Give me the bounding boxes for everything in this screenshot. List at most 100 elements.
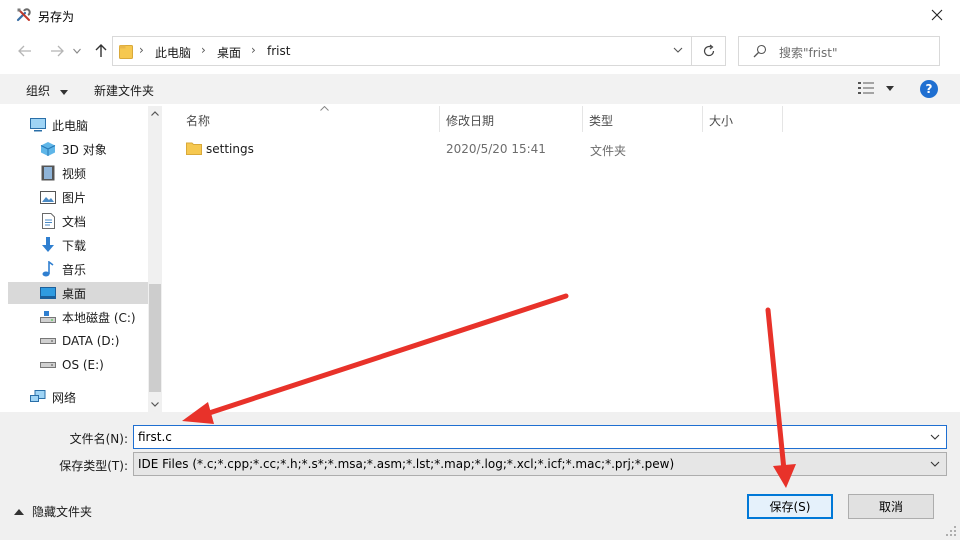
nav-scrollbar[interactable] [148, 106, 162, 412]
column-header-type[interactable]: 类型 [583, 106, 703, 132]
title-bar: 另存为 [0, 0, 960, 30]
column-header-size[interactable]: 大小 [703, 106, 783, 132]
network-icon [30, 389, 46, 405]
nav-label: 下载 [62, 238, 87, 253]
video-icon [40, 165, 56, 181]
address-dropdown-button[interactable] [673, 43, 683, 56]
new-folder-button[interactable]: 新建文件夹 [94, 82, 154, 99]
cancel-button[interactable]: 取消 [848, 494, 934, 519]
organize-button[interactable]: 组织 [26, 82, 68, 99]
music-icon [40, 261, 56, 277]
nav-label: 桌面 [62, 286, 87, 301]
nav-label: DATA (D:) [62, 334, 120, 348]
nav-item-this-pc[interactable]: 此电脑 [8, 114, 148, 136]
up-button[interactable] [90, 40, 112, 62]
scroll-down-button[interactable] [148, 399, 162, 410]
breadcrumb-separator: › [201, 43, 206, 57]
close-button[interactable] [914, 0, 960, 30]
help-button[interactable]: ? [920, 80, 938, 98]
nav-label: 本地磁盘 (C:) [62, 310, 136, 325]
table-row[interactable]: settings 2020/5/20 15:41 文件夹 [178, 138, 818, 160]
arrow-left-icon [18, 45, 31, 57]
drive-icon [40, 333, 56, 349]
column-header-label: 名称 [186, 114, 211, 128]
nav-item-music[interactable]: 音乐 [8, 258, 148, 280]
save-as-dialog: 另存为 › 此电脑 › 桌面 › frist 搜索"frist" 组织 新建文件… [0, 0, 960, 540]
filetype-select[interactable]: IDE Files (*.c;*.cpp;*.cc;*.h;*.s*;*.msa… [133, 452, 947, 476]
nav-label: 3D 对象 [62, 142, 107, 157]
view-options-button[interactable] [858, 82, 894, 97]
filename-value: first.c [138, 430, 172, 444]
organize-label: 组织 [26, 84, 51, 98]
forward-button[interactable] [46, 40, 68, 62]
save-button[interactable]: 保存(S) [747, 494, 833, 519]
chevron-down-icon [930, 434, 940, 440]
nav-item-downloads[interactable]: 下载 [8, 234, 148, 256]
nav-item-drive-c[interactable]: 本地磁盘 (C:) [8, 306, 148, 328]
breadcrumb-separator: › [139, 43, 144, 57]
refresh-icon [703, 44, 714, 57]
sort-ascending-icon [320, 104, 329, 114]
nav-item-documents[interactable]: 文档 [8, 210, 148, 232]
search-icon [753, 44, 767, 58]
resize-grip-icon[interactable] [945, 525, 957, 537]
nav-item-network[interactable]: 网络 [8, 386, 148, 408]
drive-c-icon [40, 309, 56, 325]
nav-label: OS (E:) [62, 358, 104, 372]
download-icon [40, 237, 56, 253]
back-button[interactable] [14, 40, 36, 62]
nav-item-desktop[interactable]: 桌面 [8, 282, 148, 304]
breadcrumb-desktop[interactable]: 桌面 [217, 44, 241, 61]
scroll-up-button[interactable] [148, 108, 162, 119]
file-list: 名称 修改日期 类型 大小 settings 2020/5/20 15:41 文… [164, 104, 960, 412]
nav-label: 此电脑 [52, 118, 89, 133]
column-header-modified[interactable]: 修改日期 [440, 106, 583, 132]
command-toolbar: 组织 新建文件夹 ? [0, 74, 960, 104]
navigation-pane: 此电脑 3D 对象 视频 图片 文档 下载 音乐 桌面 本地磁盘 (C:) DA… [8, 106, 148, 412]
nav-label: 网络 [52, 390, 77, 405]
document-icon [40, 213, 56, 229]
recent-locations-button[interactable] [70, 40, 84, 62]
drive-icon [40, 357, 56, 373]
nav-item-pictures[interactable]: 图片 [8, 186, 148, 208]
chevron-down-icon [73, 48, 81, 54]
filename-label: 文件名(N): [69, 432, 128, 446]
hide-folders-toggle[interactable]: 隐藏文件夹 [14, 503, 92, 520]
view-details-icon [858, 82, 874, 94]
nav-label: 图片 [62, 190, 87, 205]
breadcrumb-frist[interactable]: frist [267, 44, 290, 58]
filetype-dropdown-button[interactable] [930, 457, 940, 470]
nav-item-videos[interactable]: 视频 [8, 162, 148, 184]
nav-item-3d-objects[interactable]: 3D 对象 [8, 138, 148, 160]
computer-icon [30, 117, 46, 133]
filename-dropdown-button[interactable] [930, 430, 940, 443]
caret-up-icon [14, 508, 24, 515]
refresh-button[interactable] [692, 36, 726, 66]
caret-down-icon [885, 86, 894, 91]
filename-input[interactable]: first.c [133, 425, 947, 449]
arrow-up-icon [95, 44, 107, 57]
chevron-down-icon [930, 461, 940, 467]
search-input[interactable]: 搜索"frist" [738, 36, 940, 66]
breadcrumb-separator: › [251, 43, 256, 57]
nav-item-drive-d[interactable]: DATA (D:) [8, 330, 148, 352]
close-icon [931, 9, 943, 21]
folder-icon [186, 142, 202, 155]
nav-label: 视频 [62, 166, 87, 181]
arrow-right-icon [51, 45, 64, 57]
chevron-up-icon [151, 111, 159, 116]
nav-item-drive-e[interactable]: OS (E:) [8, 354, 148, 376]
scroll-thumb[interactable] [149, 284, 161, 392]
file-name: settings [206, 142, 254, 156]
address-bar[interactable]: › 此电脑 › 桌面 › frist [112, 36, 692, 66]
chevron-down-icon [151, 402, 159, 407]
filetype-label: 保存类型(T): [59, 459, 128, 473]
breadcrumb-this-pc[interactable]: 此电脑 [155, 44, 191, 61]
search-placeholder: 搜索"frist" [779, 46, 838, 60]
desktop-icon [40, 285, 56, 301]
cube-icon [40, 141, 56, 157]
column-header-name[interactable]: 名称 [180, 104, 440, 132]
picture-icon [40, 189, 56, 205]
chevron-down-icon [673, 47, 683, 53]
file-modified: 2020/5/20 15:41 [446, 142, 546, 156]
